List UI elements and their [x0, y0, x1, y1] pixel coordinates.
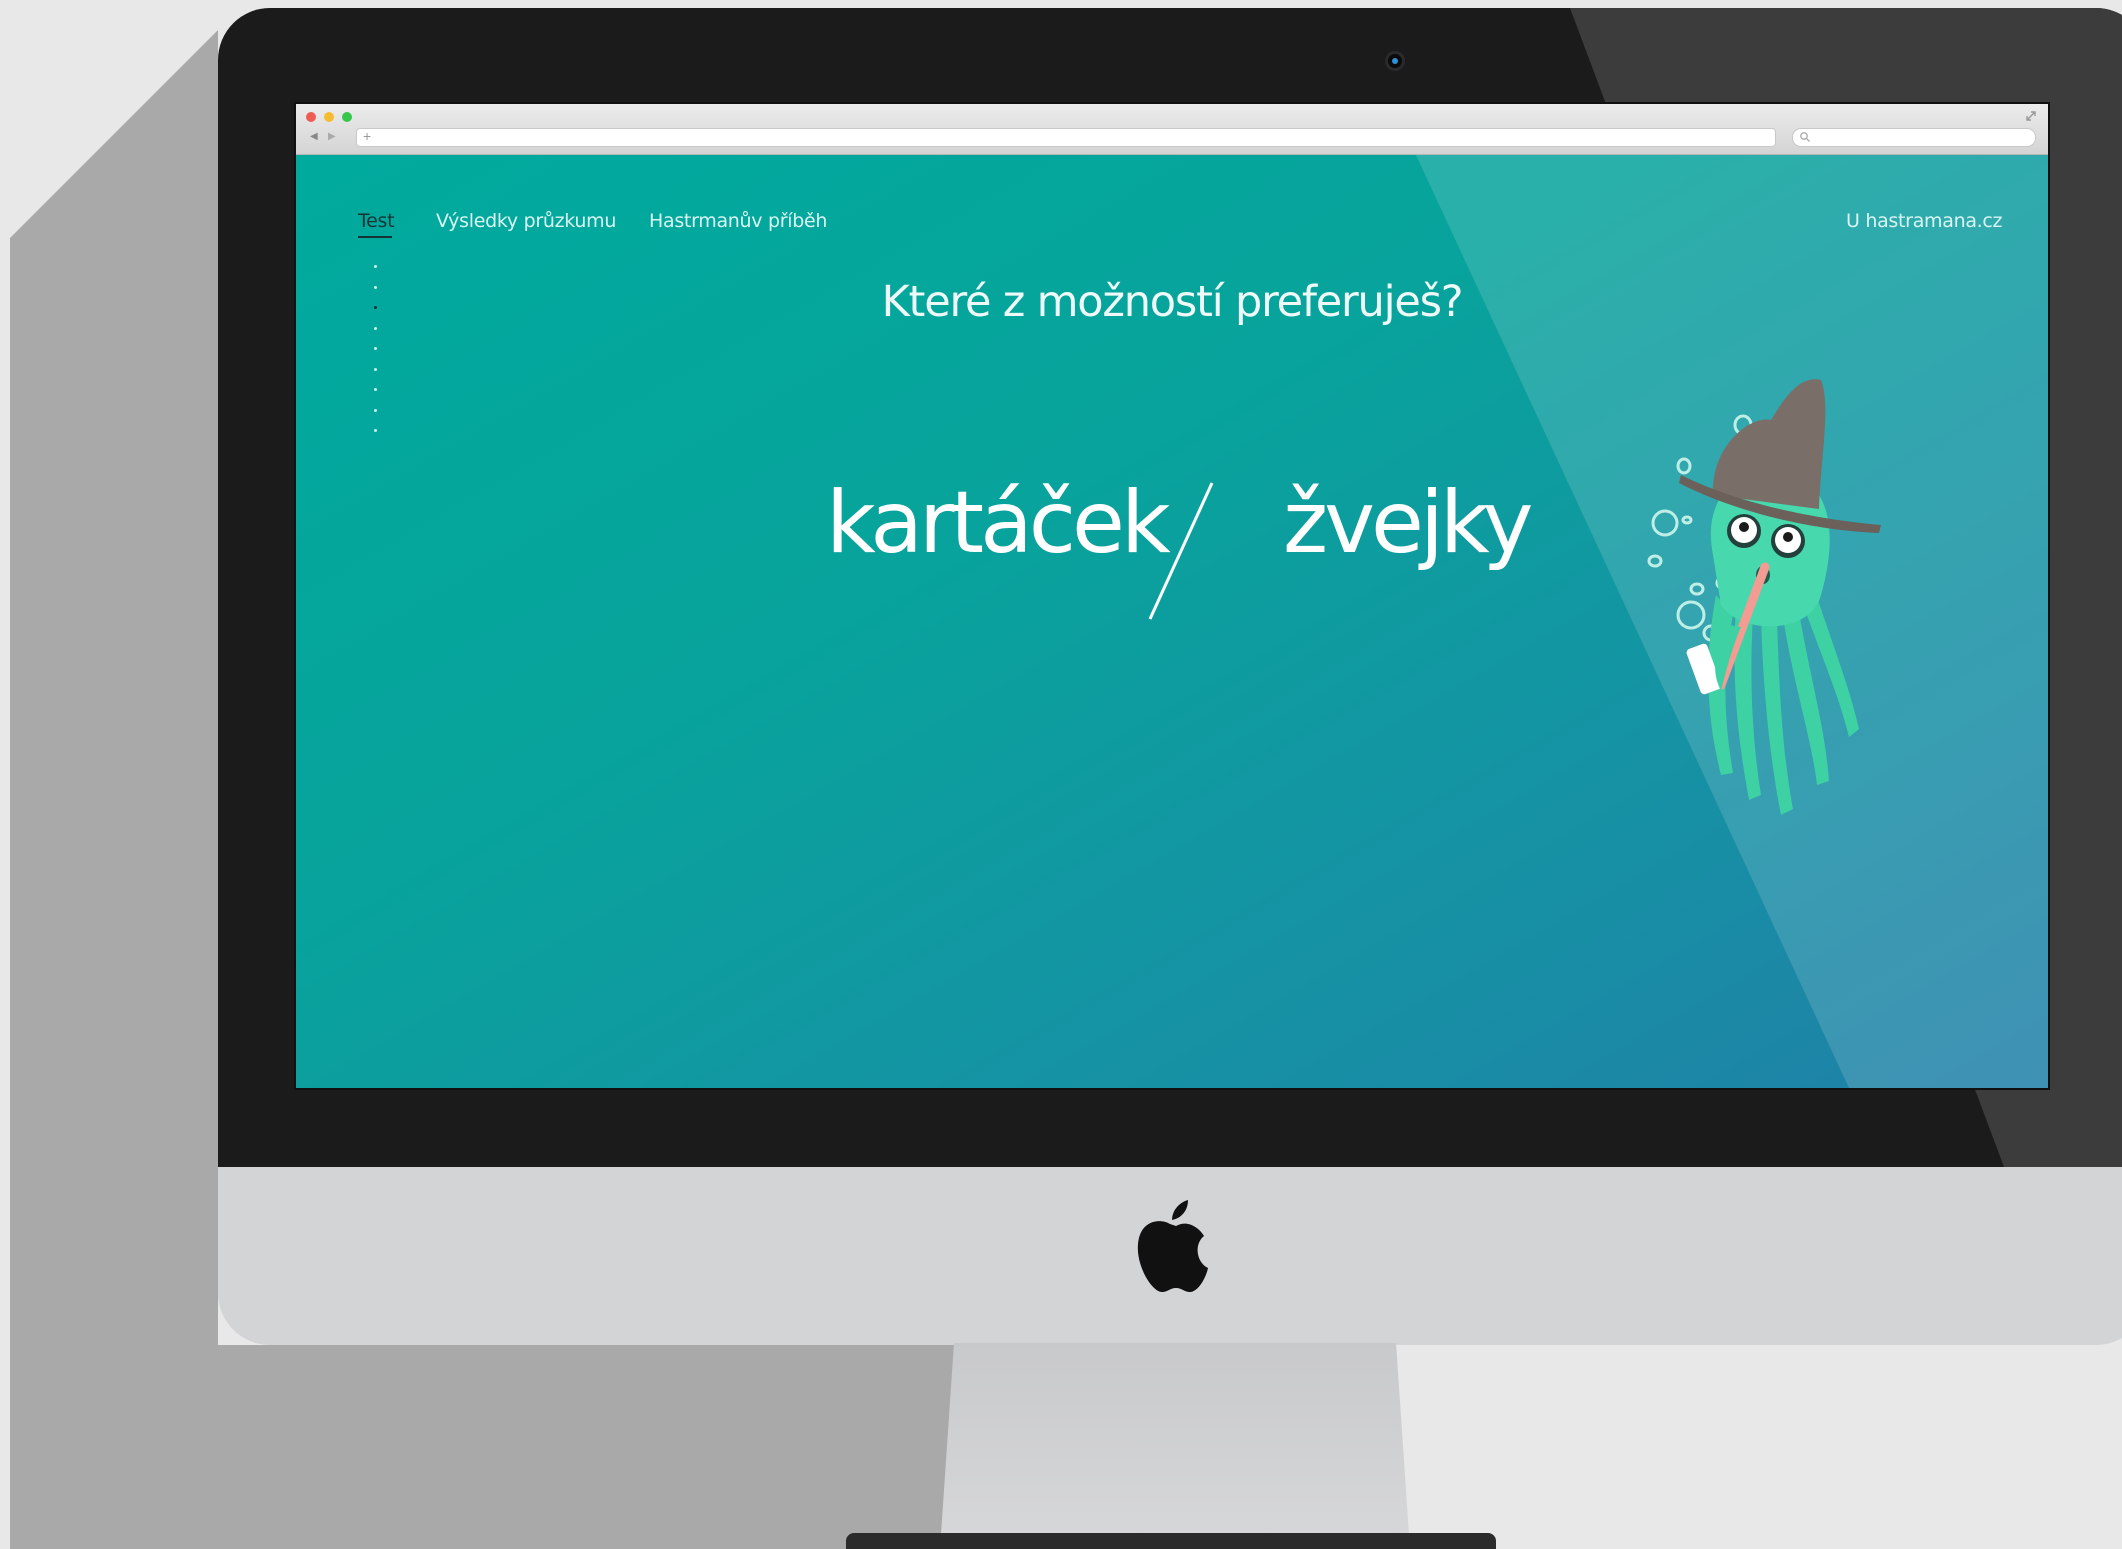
octopus-illustration [1647, 379, 1881, 815]
progress-dot[interactable] [374, 408, 377, 412]
monitor-stand [940, 1343, 1410, 1549]
nav-link-test[interactable]: Test [358, 210, 395, 232]
minimize-window-button[interactable] [324, 112, 334, 122]
option-left-button[interactable]: kartáček [826, 473, 1171, 573]
forward-arrow-icon[interactable]: ▶ [328, 131, 336, 142]
nav-link-home[interactable]: U hastramana.cz [1846, 210, 2003, 232]
stand-base [846, 1533, 1496, 1549]
back-arrow-icon[interactable]: ◀ [310, 131, 318, 142]
fullscreen-icon[interactable] [2024, 109, 2038, 123]
nav-link-results[interactable]: Výsledky průzkumu [436, 210, 616, 232]
option-right-button[interactable]: žvejky [1283, 473, 1533, 573]
web-page: Test Výsledky průzkumu Hastrmanův příběh… [296, 155, 2048, 1088]
apple-logo-icon [1137, 1200, 1208, 1292]
active-tab-underline [358, 236, 392, 238]
webcam-icon [1385, 51, 1405, 71]
browser-search-field[interactable] [1792, 128, 2036, 147]
progress-dot[interactable] [374, 367, 377, 371]
progress-dot[interactable] [374, 429, 377, 432]
progress-dot[interactable] [374, 388, 377, 391]
progress-dot[interactable] [374, 265, 377, 268]
search-icon [1800, 132, 1810, 142]
browser-window: ◀ ▶ + Test Výsledky průzkumu Hastrmanův … [296, 104, 2048, 1088]
nav-link-story[interactable]: Hastrmanův příběh [649, 210, 827, 232]
option-divider [1148, 482, 1214, 620]
browser-toolbar: ◀ ▶ + [296, 104, 2048, 155]
maximize-window-button[interactable] [342, 112, 352, 122]
address-bar[interactable]: + [356, 128, 1776, 147]
progress-dot[interactable] [374, 347, 377, 350]
close-window-button[interactable] [306, 112, 316, 122]
address-bar-text: + [363, 128, 372, 144]
